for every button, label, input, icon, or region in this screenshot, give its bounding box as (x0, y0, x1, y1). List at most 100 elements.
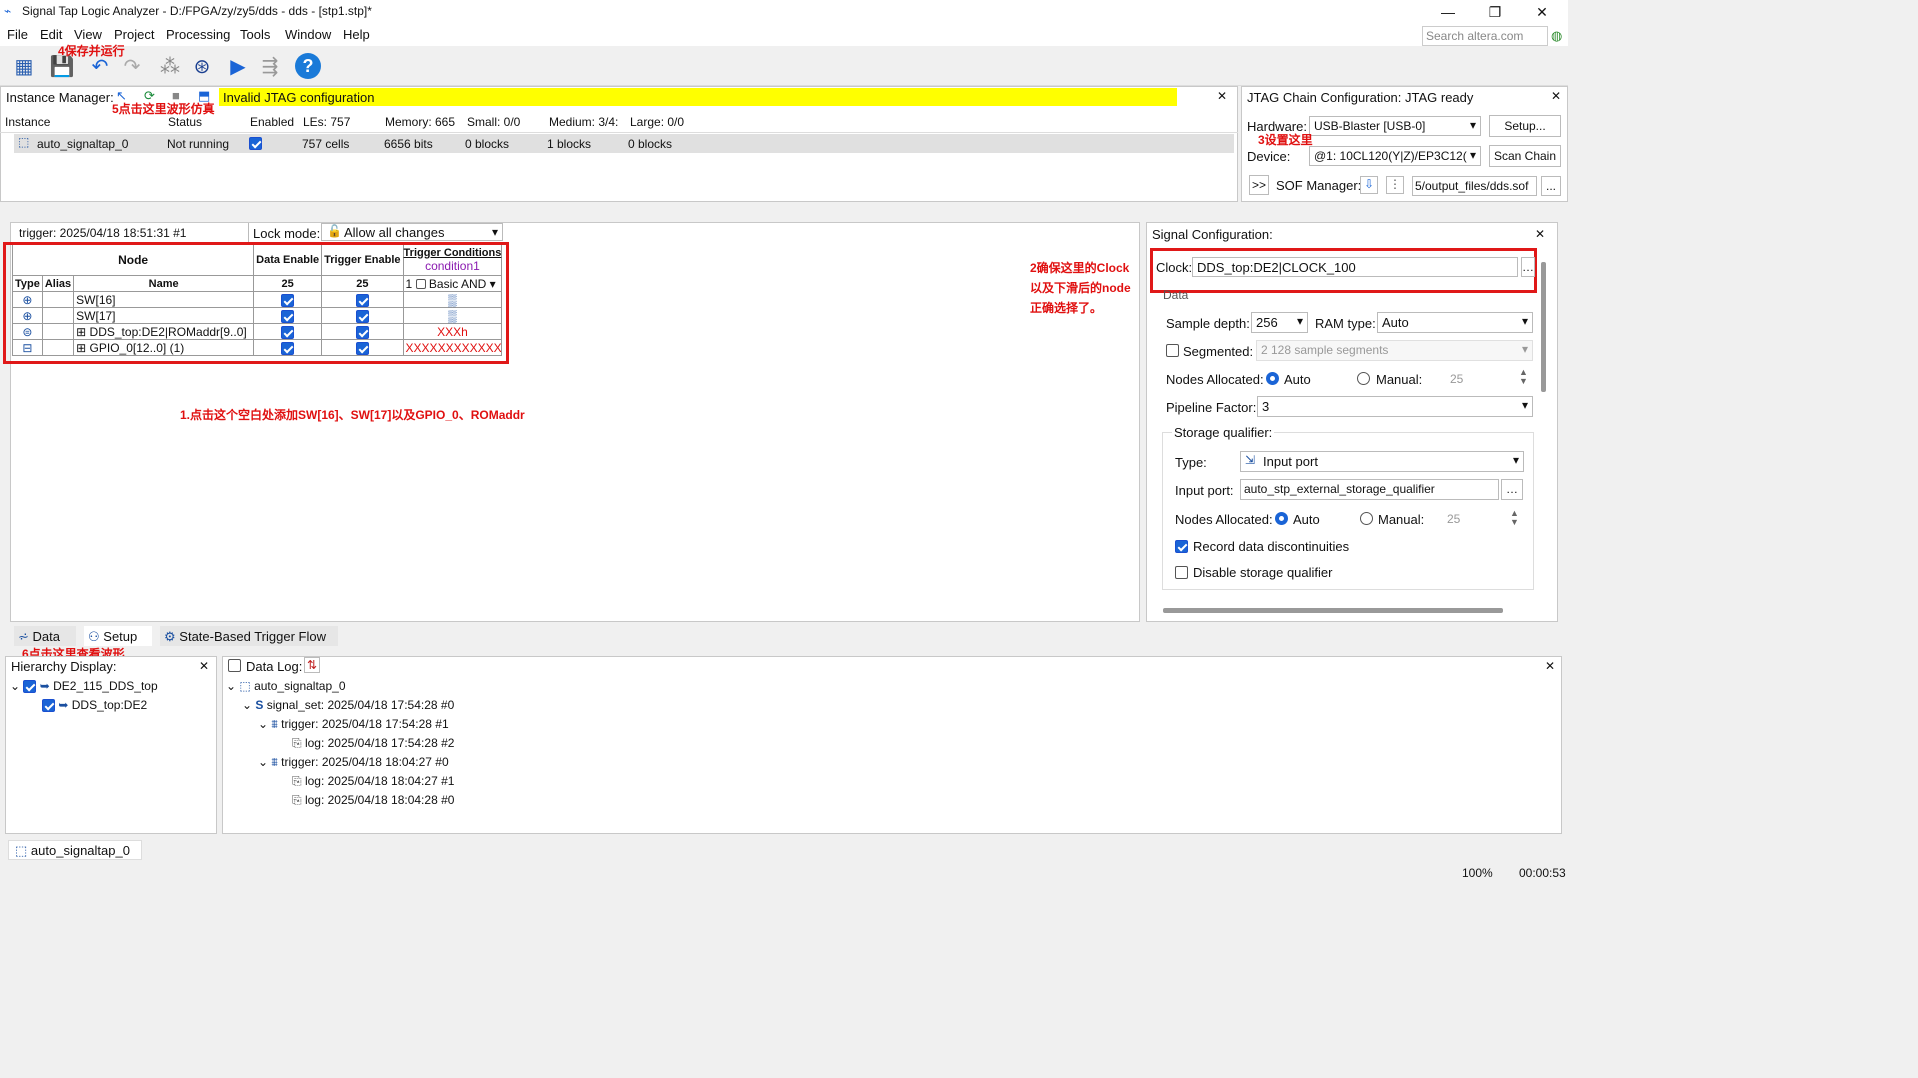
autorun-icon[interactable]: ⇶ (256, 52, 284, 80)
tab-data[interactable]: ⩫ Data (14, 626, 76, 646)
log-entry[interactable]: ⎘ log: 2025/04/18 18:04:28 #0 (292, 793, 454, 808)
instance-large: 0 blocks (628, 137, 673, 151)
sof-expand-button[interactable]: >> (1249, 175, 1269, 195)
jtag-close-icon[interactable]: ✕ (1551, 89, 1561, 103)
binoculars-icon[interactable]: ⊛ (188, 52, 216, 80)
trigger-flow-icon: ⚙ (164, 629, 176, 644)
col-les: LEs: 757 (303, 115, 351, 129)
help-icon[interactable]: ? (294, 52, 322, 80)
sof-file-field[interactable]: 5/output_files/dds.sof (1412, 176, 1537, 196)
lock-mode-select[interactable]: Allow all changes (321, 223, 503, 241)
jtag-warning-message: Invalid JTAG configuration (219, 88, 1177, 106)
program-device-icon[interactable]: ⇩ (1360, 176, 1378, 194)
ram-type-select[interactable]: Auto (1377, 312, 1533, 333)
signal-config-close-icon[interactable]: ✕ (1535, 227, 1545, 241)
manual-2-value: 25 (1447, 512, 1461, 526)
col-enabled: Enabled (250, 115, 295, 129)
instance-manager-icon[interactable]: ▦ (10, 52, 38, 80)
run-analysis-icon[interactable]: ▶ (224, 52, 252, 80)
zoom-level: 100% (1462, 866, 1493, 880)
search-input[interactable]: Search altera.com (1422, 26, 1548, 46)
auto-2-label: Auto (1293, 512, 1320, 527)
pipeline-factor-select[interactable]: 3 (1257, 396, 1533, 417)
col-small: Small: 0/0 (467, 115, 521, 129)
log-signal-set[interactable]: ⌄ S signal_set: 2025/04/18 17:54:28 #0 (242, 698, 454, 712)
hierarchy-close-icon[interactable]: ✕ (199, 659, 209, 673)
jtag-title: JTAG Chain Configuration: JTAG ready (1247, 90, 1474, 105)
data-log-title: Data Log: (246, 659, 303, 674)
instance-table-header: Instance Status Enabled LEs: 757 Memory:… (0, 111, 1238, 133)
input-port-browse-button[interactable]: … (1501, 479, 1523, 500)
tab-state-based-trigger-flow[interactable]: ⚙ State-Based Trigger Flow (160, 626, 338, 646)
col-memory: Memory: 665 (385, 115, 456, 129)
menu-edit[interactable]: Edit (40, 27, 62, 42)
log-entry[interactable]: ⎘ log: 2025/04/18 17:54:28 #2 (292, 736, 454, 751)
auto-2-radio[interactable] (1275, 511, 1288, 526)
device-select[interactable]: @1: 10CL120(Y|Z)/EP3C12( (1309, 146, 1481, 166)
menu-view[interactable]: View (74, 27, 102, 42)
instance-les: 757 cells (302, 137, 350, 151)
close-icon[interactable]: ✕ (1217, 89, 1227, 103)
hierarchy-child-item[interactable]: ➥ DDS_top:DE2 (42, 698, 147, 713)
nodes-allocated-2-label: Nodes Allocated: (1175, 512, 1273, 527)
menu-help[interactable]: Help (343, 27, 370, 42)
data-log-close-icon[interactable]: ✕ (1545, 659, 1555, 673)
type-select[interactable]: Input port (1240, 451, 1524, 472)
instance-enabled-checkbox[interactable] (249, 136, 262, 151)
log-entry[interactable]: ⎘ log: 2025/04/18 18:04:27 #1 (292, 774, 454, 789)
disable-storage-checkbox[interactable] (1175, 565, 1188, 580)
node-finder-icon[interactable]: ⁂ (156, 52, 184, 80)
sof-browse-button[interactable]: ... (1541, 176, 1561, 196)
menu-processing[interactable]: Processing (166, 27, 230, 42)
signal-set-icon: S (255, 698, 264, 712)
input-port-label: Input port: (1175, 483, 1234, 498)
clock-browse-button[interactable]: … (1521, 257, 1535, 277)
col-medium: Medium: 3/4: (549, 115, 619, 129)
auto-radio[interactable] (1266, 371, 1279, 386)
manual-spinner[interactable]: ▲ ▼ (1519, 368, 1528, 386)
scan-chain-button[interactable]: Scan Chain (1489, 145, 1561, 167)
manual-value: 25 (1450, 372, 1464, 386)
instance-status: Not running (167, 137, 230, 151)
manual-2-radio[interactable] (1360, 511, 1373, 526)
segmented-checkbox[interactable] (1166, 343, 1179, 358)
menu-window[interactable]: Window (285, 27, 331, 42)
hardware-select[interactable]: USB-Blaster [USB-0] (1309, 116, 1481, 136)
record-data-checkbox[interactable] (1175, 539, 1188, 554)
input-port-field[interactable]: auto_stp_external_storage_qualifier (1240, 479, 1499, 500)
horizontal-scrollbar[interactable] (1163, 608, 1503, 613)
app-icon: ⌁ (4, 4, 12, 18)
manual-radio[interactable] (1357, 371, 1370, 386)
log-trigger[interactable]: ⌄ ⩩ trigger: 2025/04/18 18:04:27 #0 (258, 755, 449, 770)
menu-file[interactable]: File (7, 27, 28, 42)
minimize-button[interactable]: — (1428, 2, 1468, 22)
vertical-scrollbar[interactable] (1541, 262, 1546, 392)
setup-button[interactable]: Setup... (1489, 115, 1561, 137)
bottom-instance-tab[interactable]: ⬚ auto_signaltap_0 (8, 840, 142, 860)
segments-select[interactable]: 2 128 sample segments (1256, 340, 1533, 361)
data-log-checkbox[interactable] (228, 658, 241, 673)
close-button[interactable]: ✕ (1522, 2, 1562, 22)
sample-depth-select[interactable]: 256 (1251, 312, 1308, 333)
log-tree-root[interactable]: ⌄ ⬚ auto_signaltap_0 (226, 679, 346, 693)
sof-manager-label: SOF Manager: (1276, 178, 1362, 193)
attach-icon[interactable]: ⋮ (1386, 176, 1404, 194)
menu-project[interactable]: Project (114, 27, 154, 42)
hierarchy-root-item[interactable]: ⌄ ➥ DE2_115_DDS_top (10, 679, 158, 694)
instance-icon: ⬚ (18, 135, 30, 149)
annotation-clock-check: 2确保这里的Clock以及下滑后的node正确选择了。 (1030, 261, 1131, 315)
record-data-label: Record data discontinuities (1193, 539, 1350, 554)
clock-field[interactable]: DDS_top:DE2|CLOCK_100 (1192, 257, 1518, 277)
manual-2-spinner[interactable]: ▲ ▼ (1510, 509, 1519, 527)
menu-tools[interactable]: Tools (240, 27, 270, 42)
tab-setup-label: Setup (103, 629, 138, 644)
log-trigger[interactable]: ⌄ ⩩ trigger: 2025/04/18 17:54:28 #1 (258, 717, 449, 732)
lock-icon: 🔓 (327, 224, 342, 238)
instance-row[interactable]: ⬚ auto_signaltap_0 Not running 757 cells… (14, 134, 1234, 153)
tab-setup[interactable]: ⚇ Setup (84, 626, 152, 646)
globe-icon[interactable]: ◍ (1551, 28, 1562, 44)
menu-bar: File Edit View Project Processing Tools … (0, 24, 1568, 46)
maximize-button[interactable]: ❐ (1475, 2, 1515, 22)
tab-data-label: Data (32, 629, 60, 644)
data-log-action-icon[interactable]: ⇅ (304, 657, 320, 673)
